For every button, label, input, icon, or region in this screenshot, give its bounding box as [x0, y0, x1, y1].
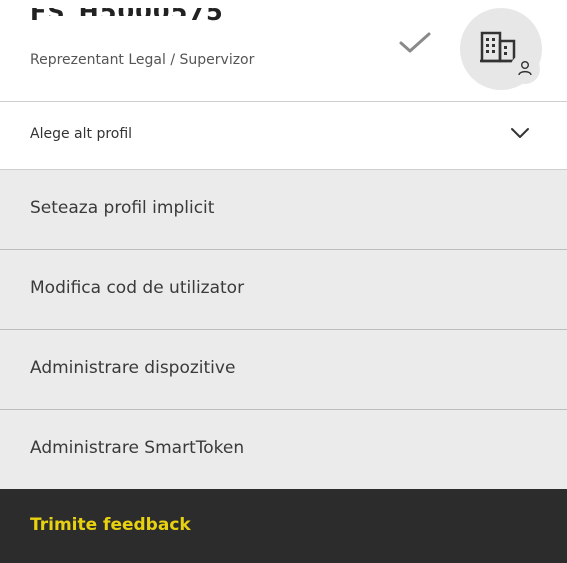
menu-item-label: Modifica cod de utilizator — [30, 278, 245, 298]
menu-item-set-default-profile[interactable]: Seteaza profil implicit — [0, 170, 567, 250]
menu-item-label: Administrare dispozitive — [30, 358, 236, 378]
menu-item-manage-smarttoken[interactable]: Administrare SmartToken — [0, 410, 567, 490]
check-icon — [399, 32, 431, 53]
send-feedback-label: Trimite feedback — [30, 515, 191, 535]
profile-select-label: Alege alt profil — [30, 126, 133, 142]
building-icon — [480, 31, 516, 63]
user-icon — [518, 61, 532, 76]
menu-item-change-user-code[interactable]: Modifica cod de utilizator — [0, 250, 567, 330]
menu-item-label: Administrare SmartToken — [30, 438, 245, 458]
profile-role: Reprezentant Legal / Supervizor — [30, 52, 255, 68]
profile-menu-panel: FS_H5000575 Reprezentant Legal / Supervi… — [0, 0, 567, 563]
avatar[interactable] — [460, 8, 542, 90]
profile-id: FS_H5000575 — [30, 8, 230, 30]
user-badge — [510, 54, 540, 84]
menu-item-manage-devices[interactable]: Administrare dispozitive — [0, 330, 567, 410]
menu-item-label: Seteaza profil implicit — [30, 198, 215, 218]
profile-header: FS_H5000575 Reprezentant Legal / Supervi… — [0, 0, 567, 102]
redaction-mask — [42, 16, 192, 26]
profile-select-dropdown[interactable]: Alege alt profil — [0, 102, 567, 170]
chevron-down-icon[interactable] — [510, 127, 530, 139]
send-feedback-button[interactable]: Trimite feedback — [0, 489, 567, 563]
